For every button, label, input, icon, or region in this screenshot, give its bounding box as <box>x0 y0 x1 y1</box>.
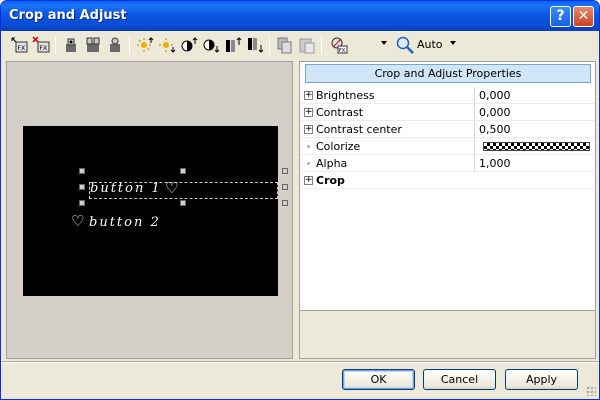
color-swatch[interactable] <box>483 142 590 151</box>
svg-text:FX: FX <box>18 45 26 52</box>
zoom-icon[interactable] <box>395 35 415 55</box>
column-divider <box>474 138 475 155</box>
dialog-window: Crop and Adjust ? ✕ FX FX FX Auto button… <box>0 0 600 400</box>
property-value[interactable]: 1,000 <box>479 157 511 170</box>
property-name: Brightness <box>316 89 375 102</box>
resize-handle[interactable] <box>180 168 186 174</box>
preview-canvas[interactable]: button 1 ♡ ♡ button 2 <box>23 126 288 296</box>
preview-panel: button 1 ♡ ♡ button 2 <box>6 61 293 359</box>
property-name: Alpha <box>316 157 348 170</box>
property-row[interactable]: Alpha 1,000 <box>300 155 595 172</box>
contrast-down-icon[interactable] <box>201 35 221 55</box>
property-name: Colorize <box>316 140 361 153</box>
property-row[interactable]: + Crop <box>300 172 595 189</box>
remove-fx-icon[interactable]: FX <box>31 35 51 55</box>
property-value[interactable]: 0,500 <box>479 123 511 136</box>
fx-dropdown-arrow[interactable] <box>381 41 387 45</box>
fx-filter-icon[interactable]: FX <box>329 35 349 55</box>
properties-grid: + Brightness 0,000 + Contrast 0,000 + Contrast … <box>300 87 595 189</box>
property-value[interactable]: 0,000 <box>479 106 511 119</box>
property-name: Contrast center <box>316 123 402 136</box>
property-row[interactable]: + Contrast 0,000 <box>300 104 595 121</box>
resize-handle[interactable] <box>79 200 85 206</box>
resize-handle[interactable] <box>79 184 85 190</box>
resize-grip[interactable] <box>586 386 596 396</box>
svg-text:FX: FX <box>40 45 48 52</box>
properties-panel: Crop and Adjust Properties + Brightness 0,… <box>299 61 596 359</box>
layer-up-icon[interactable] <box>61 35 81 55</box>
apply-button[interactable]: Apply <box>505 369 578 390</box>
insert-fx-icon[interactable]: FX <box>9 35 29 55</box>
column-divider <box>474 121 475 138</box>
window-title: Crop and Adjust <box>9 8 127 23</box>
column-divider <box>474 155 475 172</box>
property-name: Crop <box>316 174 345 187</box>
layer-settings-icon[interactable] <box>83 35 103 55</box>
resize-handle[interactable] <box>79 168 85 174</box>
svg-text:FX: FX <box>339 48 346 54</box>
zoom-level-label[interactable]: Auto <box>417 38 443 51</box>
alpha-down-icon[interactable] <box>245 35 265 55</box>
property-row[interactable]: + Contrast center 0,500 <box>300 121 595 138</box>
layer-group-icon[interactable] <box>105 35 125 55</box>
copy-icon[interactable] <box>275 35 295 55</box>
column-divider <box>474 87 475 104</box>
divider <box>1 361 599 363</box>
alpha-up-icon[interactable] <box>223 35 243 55</box>
help-button[interactable]: ? <box>550 6 571 27</box>
resize-handle[interactable] <box>282 200 288 206</box>
heart-icon: ♡ <box>71 212 85 230</box>
description-area <box>300 310 595 358</box>
expand-icon[interactable]: + <box>304 91 313 100</box>
resize-handle[interactable] <box>282 168 288 174</box>
cancel-button[interactable]: Cancel <box>423 369 496 390</box>
resize-handle[interactable] <box>180 200 186 206</box>
contrast-up-icon[interactable] <box>179 35 199 55</box>
expand-icon[interactable]: + <box>304 125 313 134</box>
heart-icon: ♡ <box>165 179 179 197</box>
title-bar[interactable]: Crop and Adjust ? ✕ <box>1 1 599 31</box>
resize-handle[interactable] <box>282 184 288 190</box>
expand-icon[interactable]: + <box>304 176 313 185</box>
bullet-icon <box>307 162 310 165</box>
properties-header: Crop and Adjust Properties <box>305 64 591 83</box>
property-row[interactable]: + Brightness 0,000 <box>300 87 595 104</box>
ok-button[interactable]: OK <box>342 369 415 390</box>
expand-icon[interactable]: + <box>304 108 313 117</box>
property-value[interactable]: 0,000 <box>479 89 511 102</box>
close-button[interactable]: ✕ <box>573 6 594 27</box>
toolbar: FX FX FX Auto <box>5 33 595 57</box>
brightness-down-icon[interactable] <box>157 35 177 55</box>
button2-label: button 2 <box>89 215 161 230</box>
zoom-dropdown-arrow[interactable] <box>450 41 456 45</box>
bullet-icon <box>307 145 310 148</box>
property-row[interactable]: Colorize <box>300 138 595 155</box>
brightness-up-icon[interactable] <box>135 35 155 55</box>
property-name: Contrast <box>316 106 364 119</box>
paste-icon[interactable] <box>297 35 317 55</box>
button1-label: button 1 <box>90 181 162 196</box>
column-divider <box>474 104 475 121</box>
